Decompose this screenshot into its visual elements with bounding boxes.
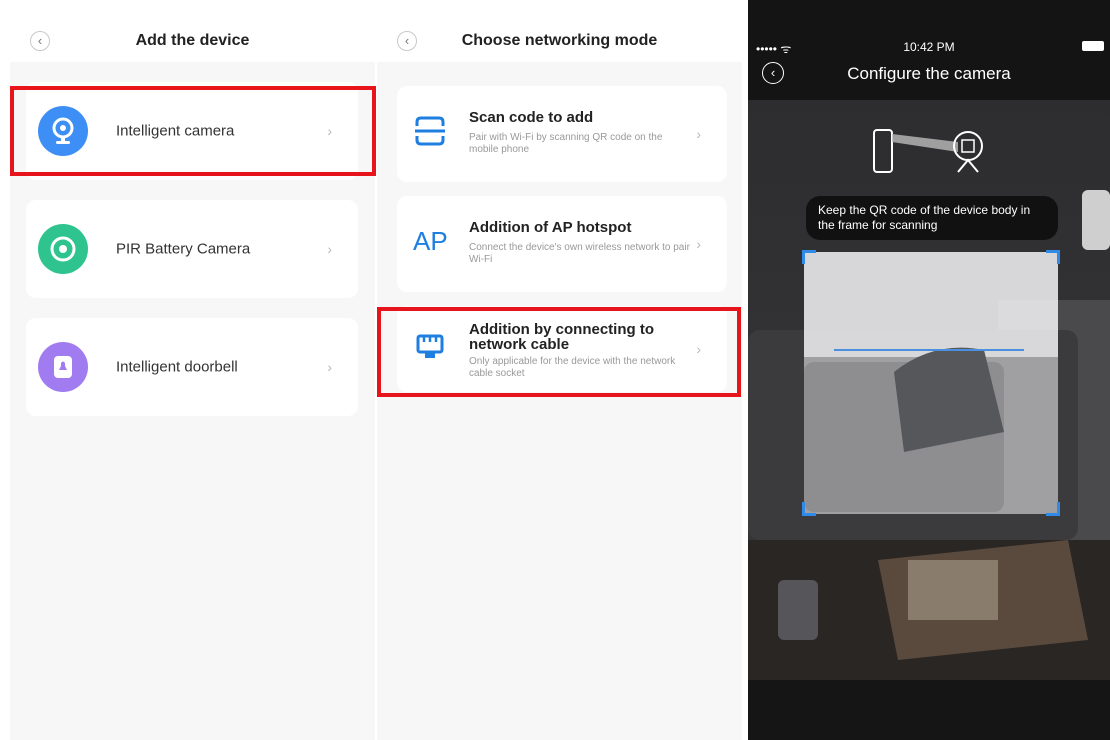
device-label: PIR Battery Camera bbox=[116, 240, 251, 258]
scan-frame bbox=[802, 250, 1060, 516]
mode-item-ap-hotspot[interactable]: AP Addition of AP hotspot Connect the de… bbox=[397, 196, 727, 292]
chevron-right-icon: › bbox=[327, 241, 332, 257]
scan-corner-bottom-right bbox=[1046, 502, 1060, 516]
battery-icon bbox=[1082, 41, 1104, 51]
scan-corner-top-right bbox=[1046, 250, 1060, 264]
ap-icon: AP bbox=[413, 226, 448, 256]
device-item-pir-battery-camera[interactable]: PIR Battery Camera › bbox=[26, 200, 358, 298]
top-bar: ‹ Add the device bbox=[10, 0, 375, 62]
scan-corner-bottom-left bbox=[802, 502, 816, 516]
phone-scan-qr-illustration bbox=[873, 129, 983, 173]
chevron-right-icon: › bbox=[696, 236, 701, 252]
doorbell-icon bbox=[38, 342, 88, 392]
scan-corner-top-left bbox=[802, 250, 816, 264]
status-bar: ••••• ᯤ 10:42 PM bbox=[748, 0, 1110, 56]
device-item-intelligent-doorbell[interactable]: Intelligent doorbell › bbox=[26, 318, 358, 416]
chevron-right-icon: › bbox=[696, 126, 701, 142]
highlight-box-intelligent-camera bbox=[10, 86, 376, 176]
camera-icon bbox=[38, 224, 88, 274]
status-time: 10:42 PM bbox=[903, 40, 955, 54]
mode-description: Pair with Wi-Fi by scanning QR code on t… bbox=[469, 132, 663, 155]
chevron-right-icon: › bbox=[327, 359, 332, 375]
scan-instruction-tooltip: Keep the QR code of the device body in t… bbox=[806, 196, 1058, 240]
page-title: Choose networking mode bbox=[461, 32, 658, 49]
configure-camera-screen: ••••• ᯤ 10:42 PM ‹ Configure the camera … bbox=[748, 0, 1110, 740]
page-title: Add the device bbox=[135, 32, 250, 49]
device-label: Intelligent doorbell bbox=[116, 358, 238, 376]
scan-icon bbox=[413, 114, 447, 148]
mode-title: Addition of AP hotspot bbox=[469, 219, 632, 236]
mode-title: Scan code to add bbox=[469, 109, 594, 126]
page-title: Configure the camera bbox=[847, 64, 1011, 83]
top-bar: ‹ Choose networking mode bbox=[377, 0, 742, 62]
scanned-room-preview bbox=[804, 347, 1058, 514]
mode-description: Connect the device's own wireless networ… bbox=[469, 242, 690, 265]
highlight-box-network-cable bbox=[377, 307, 741, 397]
mode-item-scan-code[interactable]: Scan code to add Pair with Wi-Fi by scan… bbox=[397, 86, 727, 182]
